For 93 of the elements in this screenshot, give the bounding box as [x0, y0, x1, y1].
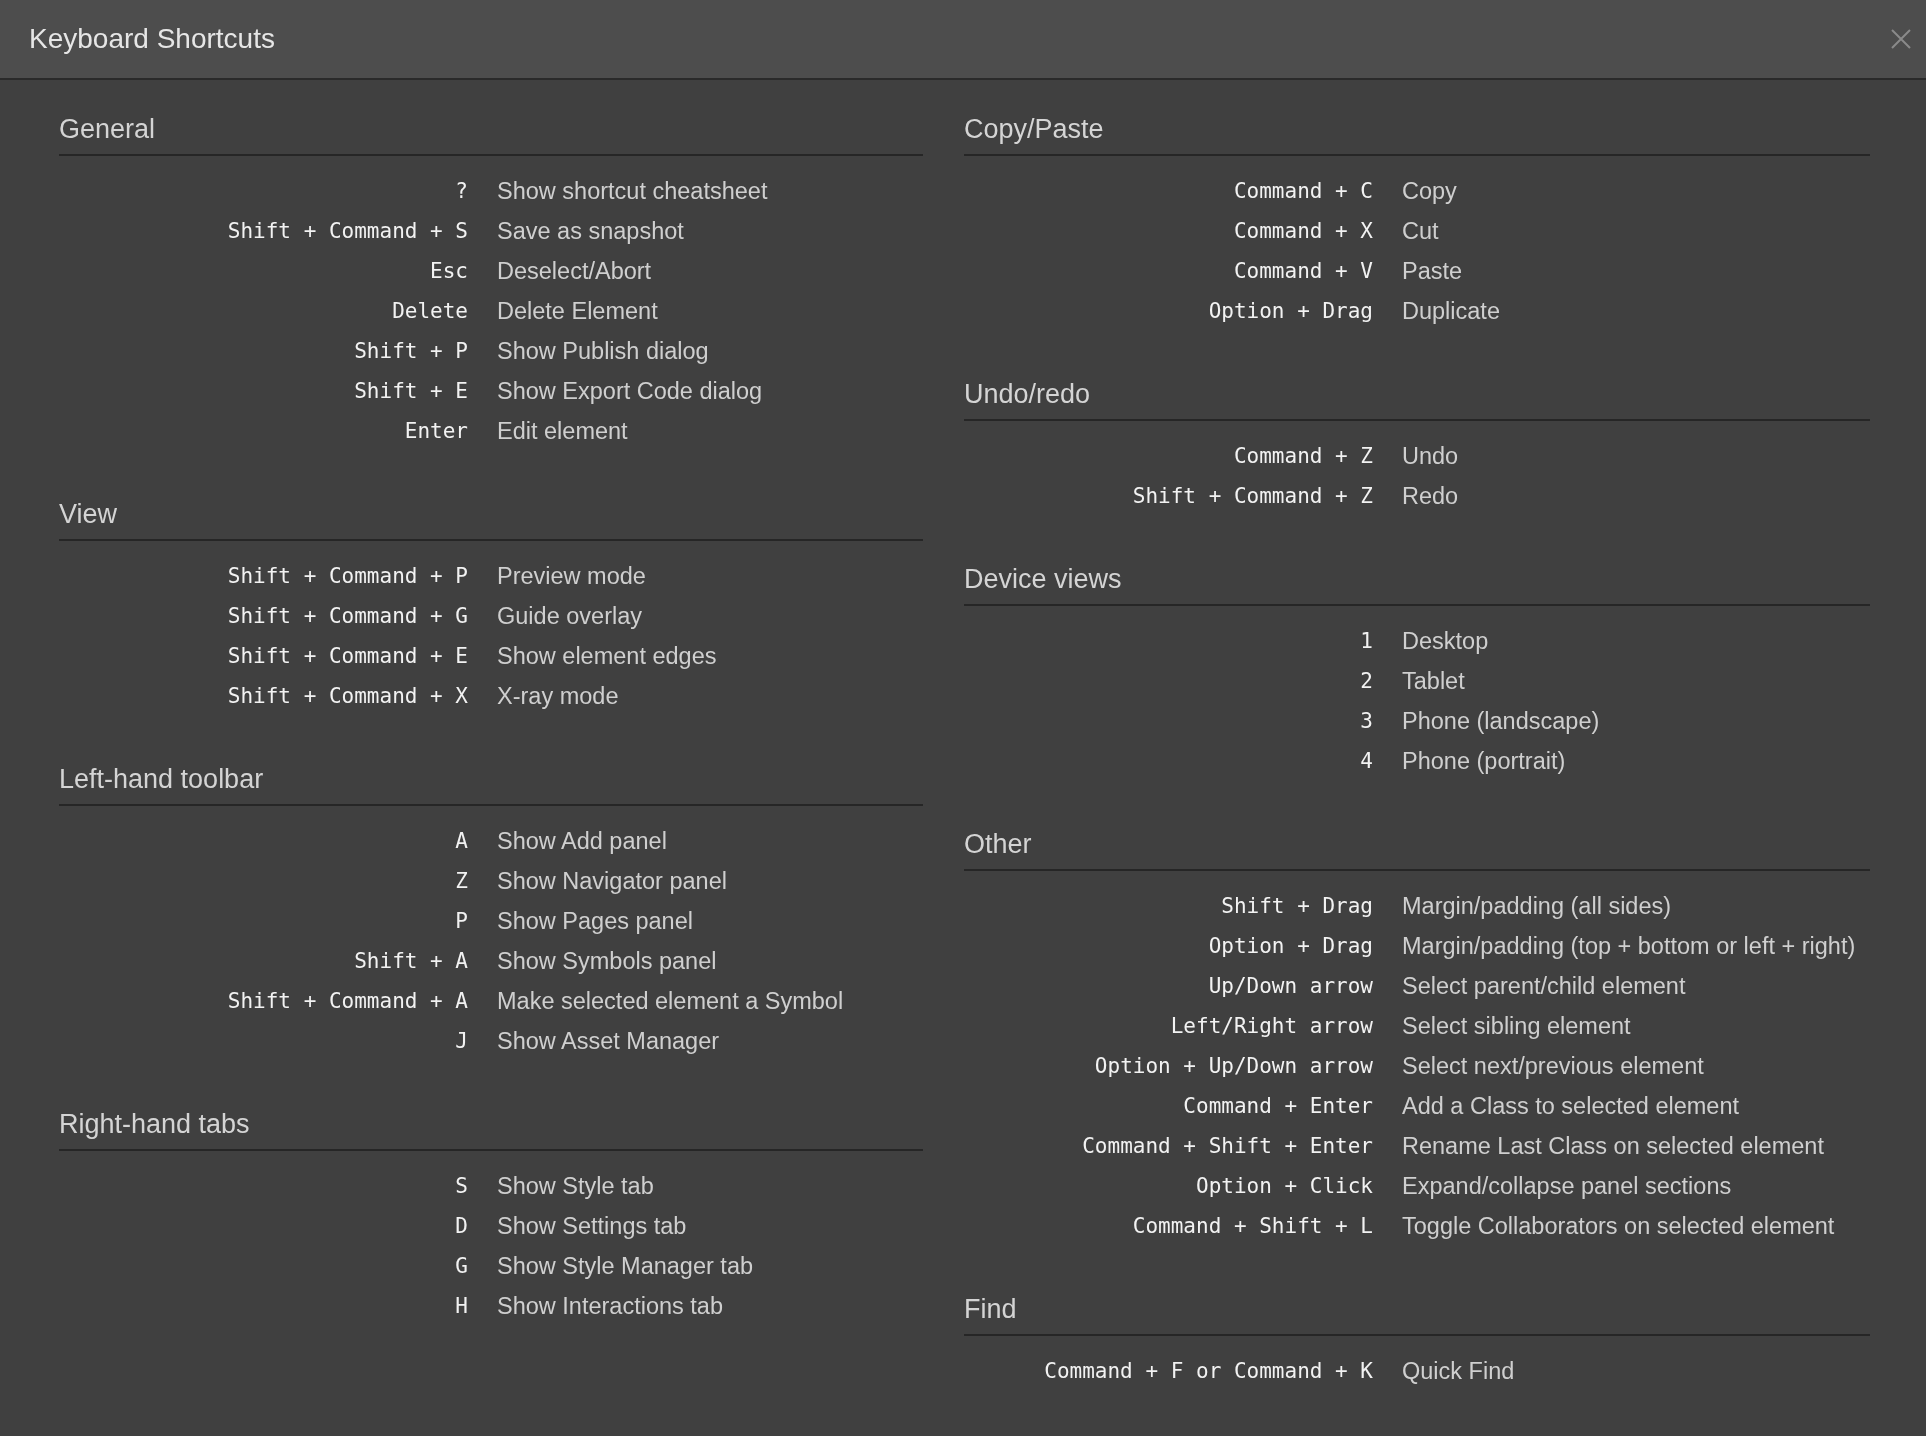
shortcut-description: Show Export Code dialog [497, 377, 763, 405]
shortcut-keys: Command + Z [1233, 444, 1373, 468]
section-heading: Other [964, 827, 1870, 871]
shortcut-keys: Command + C [1233, 179, 1373, 203]
shortcut-keys: Delete [392, 299, 468, 323]
shortcut-description: Edit element [497, 417, 628, 445]
shortcut-keys: Up/Down arrow [1208, 974, 1373, 998]
shortcut-keys: S [455, 1174, 468, 1198]
shortcut-description: Show Asset Manager [497, 1027, 720, 1055]
section-heading: View [59, 497, 923, 541]
section-heading: Undo/redo [964, 377, 1870, 421]
window-title: Keyboard Shortcuts [29, 23, 275, 55]
shortcut-description: Delete Element [497, 297, 658, 325]
shortcut-keys: G [455, 1254, 468, 1278]
shortcut-description: Deselect/Abort [497, 257, 652, 285]
shortcut-keys: Command + Shift + Enter [1082, 1134, 1373, 1158]
shortcut-description: Phone (landscape) [1402, 707, 1600, 735]
section-heading: Find [964, 1292, 1870, 1336]
shortcut-keys: Shift + Command + X [227, 684, 468, 708]
shortcut-description: Make selected element a Symbol [497, 987, 844, 1015]
shortcut-keys: Option + Drag [1208, 934, 1373, 958]
shortcut-description: Select sibling element [1402, 1012, 1631, 1040]
shortcut-description: Cut [1402, 217, 1439, 245]
shortcut-description: Show Publish dialog [497, 337, 709, 365]
shortcut-keys: J [455, 1029, 468, 1053]
shortcut-keys: Option + Up/Down arrow [1094, 1054, 1373, 1078]
shortcut-description: Expand/collapse panel sections [1402, 1172, 1732, 1200]
shortcut-keys: Command + Shift + L [1132, 1214, 1373, 1238]
shortcut-description: Copy [1402, 177, 1457, 205]
shortcut-keys: Enter [404, 419, 468, 443]
shortcut-keys: 3 [1360, 709, 1373, 733]
shortcut-description: Tablet [1402, 667, 1465, 695]
shortcut-description: Select next/previous element [1402, 1052, 1704, 1080]
shortcut-keys: Shift + P [354, 339, 468, 363]
section-heading: Left-hand toolbar [59, 762, 923, 806]
shortcut-keys: Shift + Command + A [227, 989, 468, 1013]
section-heading: Device views [964, 562, 1870, 606]
shortcut-description: Show Navigator panel [497, 867, 727, 895]
section-heading: Copy/Paste [964, 112, 1870, 156]
shortcut-description: Show Style tab [497, 1172, 654, 1200]
section-heading: General [59, 112, 923, 156]
shortcut-keys: H [455, 1294, 468, 1318]
shortcut-description: Show Settings tab [497, 1212, 687, 1240]
shortcut-keys: Esc [430, 259, 468, 283]
shortcut-description: Show Interactions tab [497, 1292, 723, 1320]
shortcut-description: Duplicate [1402, 297, 1500, 325]
shortcut-keys: 1 [1360, 629, 1373, 653]
shortcut-keys: Shift + A [354, 949, 468, 973]
shortcut-description: Select parent/child element [1402, 972, 1686, 1000]
shortcut-keys: A [455, 829, 468, 853]
shortcut-keys: 4 [1360, 749, 1373, 773]
shortcut-description: Show Style Manager tab [497, 1252, 754, 1280]
shortcut-description: Rename Last Class on selected element [1402, 1132, 1824, 1160]
shortcut-keys: Shift + Command + P [227, 564, 468, 588]
shortcut-description: Redo [1402, 482, 1459, 510]
shortcut-keys: 2 [1360, 669, 1373, 693]
shortcut-description: Toggle Collaborators on selected element [1402, 1212, 1835, 1240]
shortcut-description: Quick Find [1402, 1357, 1515, 1385]
shortcut-description: Show element edges [497, 642, 717, 670]
shortcut-keys: Command + X [1233, 219, 1373, 243]
shortcut-keys: Left/Right arrow [1170, 1014, 1373, 1038]
shortcut-keys: Option + Drag [1208, 299, 1373, 323]
shortcut-description: Add a Class to selected element [1402, 1092, 1740, 1120]
shortcut-keys: P [455, 909, 468, 933]
section-heading: Right-hand tabs [59, 1107, 923, 1151]
shortcut-keys: Command + F or Command + K [1044, 1359, 1373, 1383]
shortcut-description: Paste [1402, 257, 1463, 285]
shortcut-description: Guide overlay [497, 602, 642, 630]
shortcut-keys: Z [455, 869, 468, 893]
shortcut-keys: D [455, 1214, 468, 1238]
shortcut-description: Show Add panel [497, 827, 667, 855]
shortcut-description: Show Symbols panel [497, 947, 717, 975]
shortcut-description: Show Pages panel [497, 907, 693, 935]
shortcut-keys: Shift + Drag [1221, 894, 1373, 918]
shortcut-keys: Shift + E [354, 379, 468, 403]
shortcut-keys: Command + Enter [1183, 1094, 1373, 1118]
shortcut-description: Margin/padding (all sides) [1402, 892, 1672, 920]
shortcut-keys: Shift + Command + S [227, 219, 468, 243]
shortcut-description: Undo [1402, 442, 1459, 470]
shortcut-description: Desktop [1402, 627, 1489, 655]
shortcut-description: Phone (portrait) [1402, 747, 1566, 775]
shortcut-description: Preview mode [497, 562, 646, 590]
shortcut-description: Show shortcut cheatsheet [497, 177, 768, 205]
shortcut-keys: Shift + Command + E [227, 644, 468, 668]
shortcut-description: Save as snapshot [497, 217, 684, 245]
shortcut-keys: ? [455, 179, 468, 203]
close-icon[interactable] [1890, 28, 1912, 50]
shortcut-description: Margin/padding (top + bottom or left + right) [1402, 932, 1856, 960]
shortcut-keys: Command + V [1233, 259, 1373, 283]
shortcut-keys: Shift + Command + G [227, 604, 468, 628]
shortcut-description: X-ray mode [497, 682, 619, 710]
shortcut-keys: Option + Click [1196, 1174, 1373, 1198]
shortcut-keys: Shift + Command + Z [1132, 484, 1373, 508]
